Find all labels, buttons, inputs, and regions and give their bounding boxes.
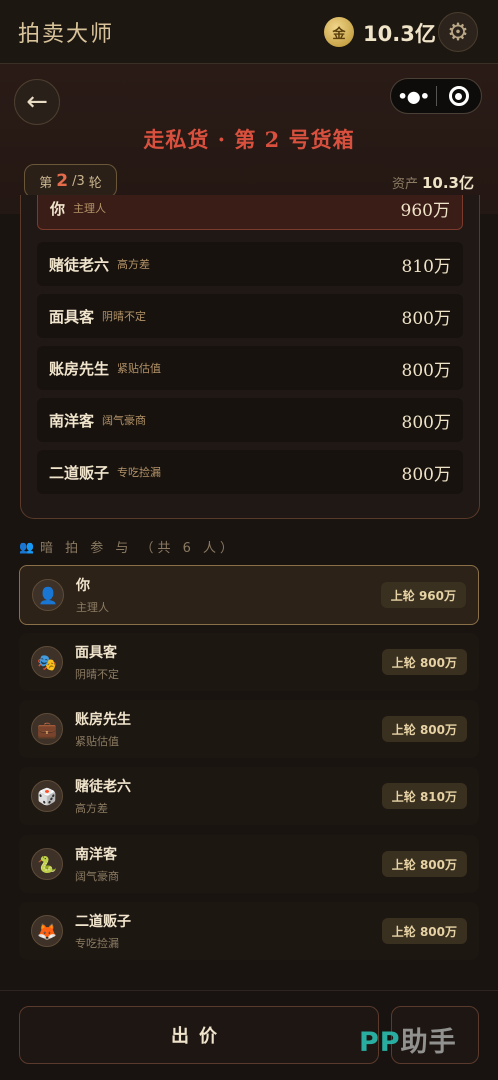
bidder-tag: 阴晴不定 (102, 310, 147, 323)
bidder-name: 你 (50, 199, 66, 218)
participant-card[interactable]: 🦊 二道贩子专吃捡漏 上轮 800万 (19, 902, 479, 960)
assets-label: 资产 (391, 177, 418, 192)
gear-icon: ⚙ (447, 18, 469, 46)
bidder-tag: 高方差 (117, 258, 151, 271)
avatar: 🎲 (31, 780, 63, 812)
bidder-name: 账房先生 (49, 359, 110, 378)
bid-row: 赌徒老六 高方差 810万 (37, 242, 463, 286)
settings-button[interactable]: ⚙ (438, 12, 478, 52)
assets-value: 10.3亿 (421, 174, 474, 192)
more-dots-icon[interactable]: •●• (391, 87, 436, 106)
page-title: 走私货 · 第 2 号货箱 (143, 127, 355, 152)
participant-name: 你 (76, 578, 90, 594)
watermark-text: 助手 (400, 1027, 457, 1058)
participant-name: 面具客 (75, 645, 117, 661)
close-miniapp-button[interactable] (436, 86, 481, 106)
avatar: 🦊 (31, 915, 63, 947)
bid-amount: 800万 (401, 308, 451, 329)
top-bar: 拍卖大师 金 10.3亿 ⚙ (0, 0, 498, 64)
participant-name: 赌徒老六 (75, 779, 131, 795)
watermark-logo: PP助手 (359, 1020, 457, 1059)
bid-button[interactable]: 出价 (19, 1006, 379, 1064)
bid-row: 二道贩子 专吃捡漏 800万 (37, 450, 463, 494)
participant-tag: 阔气豪商 (75, 870, 119, 883)
round-suffix: 轮 (88, 175, 102, 191)
round-indicator: 第 2 /3 轮 (24, 164, 117, 198)
round-prefix: 第 (39, 175, 53, 191)
avatar: 💼 (31, 713, 63, 745)
last-bid-badge: 上轮 800万 (381, 716, 467, 742)
bidder-name: 面具客 (49, 307, 95, 326)
participants-header: 👥 暗 拍 参 与 （共 6 人） (19, 537, 238, 557)
avatar: 👤 (32, 579, 64, 611)
round-total: /3 (72, 173, 85, 189)
avatar: 🎭 (31, 646, 63, 678)
avatar: 🐍 (31, 848, 63, 880)
bid-row: 账房先生 紧贴估值 800万 (37, 346, 463, 390)
participant-name: 南洋客 (75, 847, 117, 863)
participants-title: 暗 拍 参 与 （共 6 人） (39, 541, 238, 556)
bidder-tag: 阔气豪商 (102, 414, 147, 427)
bidder-name: 赌徒老六 (49, 255, 110, 274)
participant-tag: 高方差 (75, 802, 108, 815)
bidder-tag: 专吃捡漏 (117, 466, 162, 479)
last-bid-badge: 上轮 810万 (381, 783, 467, 809)
record-circle-icon (448, 86, 469, 106)
participant-card[interactable]: 🐍 南洋客阔气豪商 上轮 800万 (19, 835, 479, 893)
last-bid-badge: 上轮 800万 (381, 918, 467, 944)
coin-icon: 金 (324, 17, 354, 47)
back-button[interactable]: ← (14, 79, 60, 125)
participant-card[interactable]: 🎭 面具客阴晴不定 上轮 800万 (19, 633, 479, 691)
watermark-pp: PP (359, 1027, 401, 1058)
participant-tag: 专吃捡漏 (75, 937, 119, 950)
participant-tag: 紧贴估值 (75, 735, 119, 748)
participant-card[interactable]: 👤 你主理人 上轮 960万 (19, 565, 479, 625)
miniapp-capsule: •●• (390, 78, 482, 114)
assets-display: 资产 10.3亿 (392, 172, 474, 193)
bidder-name: 南洋客 (49, 411, 95, 430)
participant-tag: 阴晴不定 (75, 668, 119, 681)
last-bid-badge: 上轮 800万 (381, 851, 467, 877)
bid-row: 南洋客 阔气豪商 800万 (37, 398, 463, 442)
bid-amount: 800万 (401, 360, 451, 381)
participant-card[interactable]: 🎲 赌徒老六高方差 上轮 810万 (19, 767, 479, 825)
arrow-left-icon: ← (26, 87, 48, 117)
bid-ranking-panel: 你 主理人 960万 赌徒老六 高方差 810万 面具客 阴晴不定 800万 账… (20, 195, 480, 519)
bidder-name: 二道贩子 (49, 463, 110, 482)
people-icon: 👥 (19, 539, 34, 554)
last-bid-badge: 上轮 960万 (380, 582, 466, 608)
bid-row: 你 主理人 960万 (37, 195, 463, 230)
participant-card[interactable]: 💼 账房先生紧贴估值 上轮 800万 (19, 700, 479, 758)
top-assets-value: 10.3亿 (363, 22, 436, 46)
bidder-tag: 紧贴估值 (117, 362, 162, 375)
participant-name: 账房先生 (75, 712, 131, 728)
bid-amount: 960万 (400, 200, 450, 221)
bidder-tag: 主理人 (73, 202, 107, 215)
participant-name: 二道贩子 (75, 914, 131, 930)
app-title: 拍卖大师 (18, 22, 115, 47)
round-current: 2 (56, 171, 69, 191)
bid-row: 面具客 阴晴不定 800万 (37, 294, 463, 338)
bid-amount: 800万 (401, 464, 451, 485)
participant-tag: 主理人 (76, 601, 109, 614)
bid-amount: 810万 (401, 256, 451, 277)
last-bid-badge: 上轮 800万 (381, 649, 467, 675)
bid-amount: 800万 (401, 412, 451, 433)
